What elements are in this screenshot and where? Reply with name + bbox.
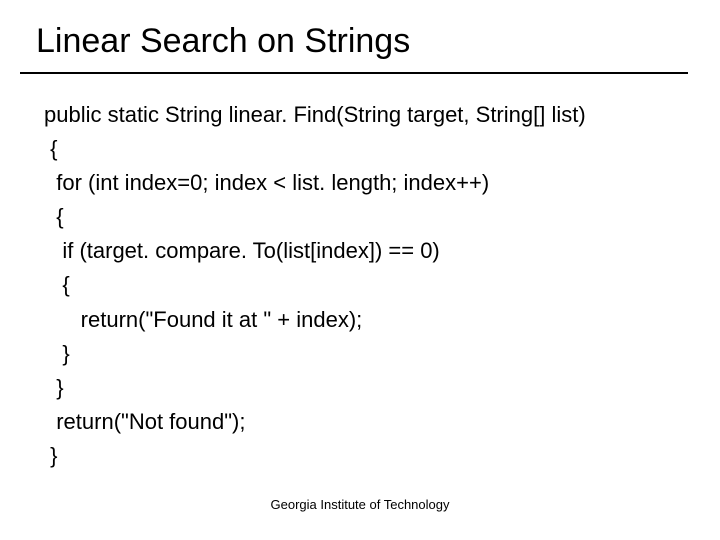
code-line: return("Found it at " + index); [44, 307, 362, 332]
slide: Linear Search on Strings public static S… [0, 0, 720, 540]
code-line: } [44, 341, 70, 366]
code-line: return("Not found"); [44, 409, 245, 434]
code-line: public static String linear. Find(String… [44, 102, 586, 127]
code-line: if (target. compare. To(list[index]) == … [44, 238, 440, 263]
code-line: } [44, 443, 57, 468]
code-line: { [44, 272, 70, 297]
code-block: public static String linear. Find(String… [44, 98, 586, 473]
code-line: { [44, 136, 57, 161]
title-underline [20, 72, 688, 74]
footer-text: Georgia Institute of Technology [0, 497, 720, 512]
code-line: } [44, 375, 64, 400]
slide-title: Linear Search on Strings [36, 22, 410, 61]
code-line: { [44, 204, 64, 229]
code-line: for (int index=0; index < list. length; … [44, 170, 489, 195]
